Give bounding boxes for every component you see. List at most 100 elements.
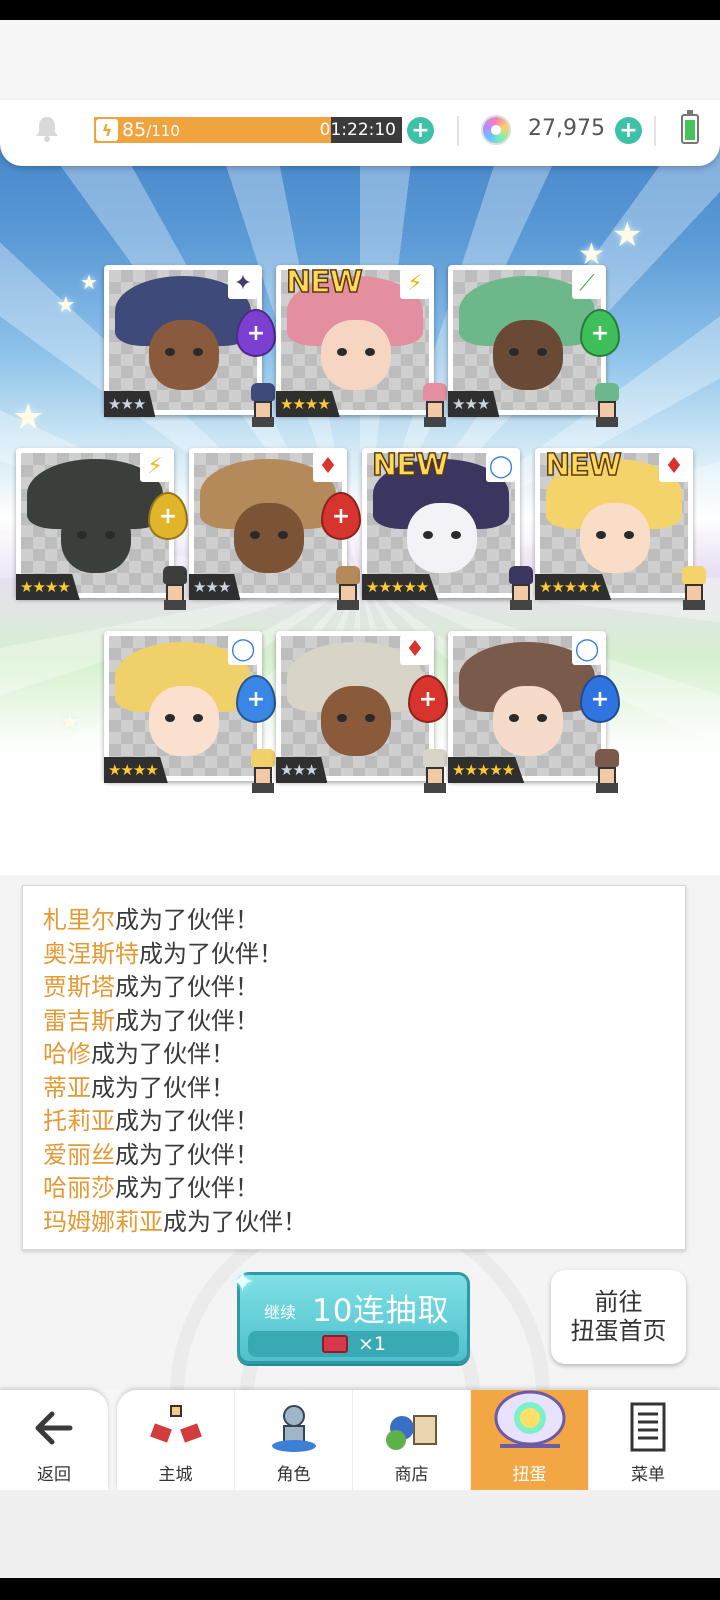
tab-menu[interactable]: 菜单 [589,1390,707,1490]
character-card[interactable]: ◯ + ★★★★★ [448,631,620,793]
sparkle-star-icon: ★ [12,397,45,438]
continue-10-pull-button[interactable]: ✦ 继续 10连抽取 ×1 [230,1265,470,1364]
log-suffix: 成为了伙伴！ [115,1174,259,1202]
chibi-sprite-icon [504,566,538,610]
chibi-sprite-icon [246,383,280,427]
character-card[interactable]: ⚡ NEW ★★★★ [276,264,447,427]
status-bar-system [0,0,720,20]
sparkle-star-icon: ★ [612,215,643,255]
chibi-sprite-icon [418,749,452,793]
gacha-home-line1: 前往 [594,1288,643,1316]
log-line: 蒂亚成为了伙伴！ [43,1072,685,1106]
character-card[interactable]: ⟋ + ★★★ [448,265,620,427]
portrait-eye [596,531,606,539]
thunder-element-icon: ⚡ [140,452,170,482]
log-line: 玛姆娜莉亚成为了伙伴！ [43,1206,685,1240]
character-card[interactable]: ✦ + ★★★ [104,265,276,427]
portrait-face [321,686,391,756]
rarity-stars: ★★★★ [276,391,340,417]
chibi-sprite-icon [246,749,280,793]
thunder-element-icon: ⚡ [400,269,430,299]
back-button[interactable]: 返回 [0,1390,108,1490]
log-list: 札里尔成为了伙伴！ 奥涅斯特成为了伙伴！ 贾斯塔成为了伙伴！ 雷吉斯成为了伙伴！ 哈修成… [43,904,685,1239]
sparkle-star-icon: ★ [80,270,98,294]
go-gacha-home-button[interactable]: 前往 扭蛋首页 [551,1270,686,1364]
tab-shop-label: 商店 [394,1465,429,1485]
log-suffix: 成为了伙伴！ [115,1107,259,1135]
portrait-face [493,686,563,756]
portrait-eye [193,348,203,356]
resource-bar: ϟ 85/110 01:22:10 + 27,975 + [0,100,720,166]
portrait-eye [365,714,375,722]
dark-element-icon: ✦ [228,269,258,299]
portrait-eye [365,348,375,356]
tab-gacha[interactable]: 扭蛋 [471,1390,589,1490]
arrow-left-icon [35,1411,73,1445]
tab-town[interactable]: 主城 [117,1390,235,1490]
character-card[interactable]: ♦ + ★★★ [276,631,448,793]
character-card[interactable]: ♦ NEW ★★★★★ [535,447,706,610]
nav-tabs: 主城 角色 商店 扭蛋 菜单 [117,1390,720,1490]
fire-element-icon: ♦ [659,452,689,482]
portrait-eye [451,531,461,539]
portrait-eye [77,531,87,539]
continue-label: 继续 [264,1303,297,1322]
stamina-timer: 01:22:10 [319,120,396,140]
rarity-stars: ★★★★★ [448,757,525,783]
character-name: 哈修 [43,1040,91,1068]
ticket-count: ×1 [358,1333,387,1355]
portrait-eye [193,714,203,722]
character-name: 哈丽莎 [43,1174,115,1202]
portrait-face [234,503,304,573]
add-gems-button[interactable]: + [615,117,642,144]
character-card[interactable]: ♦ + ★★★ [189,448,361,610]
character-name: 雷吉斯 [43,1006,115,1035]
tab-shop[interactable]: 商店 [353,1390,471,1490]
character-name: 托莉亚 [43,1107,115,1135]
portrait-eye [509,714,519,722]
character-card[interactable]: ◯ + ★★★★ [104,631,276,793]
log-line: 爱丽丝成为了伙伴！ [43,1139,685,1173]
character-name: 贾斯塔 [43,973,115,1001]
chibi-sprite-icon [590,749,624,793]
fire-element-icon: ♦ [313,452,343,482]
tab-gacha-label: 扭蛋 [512,1465,547,1485]
portrait-eye [337,348,347,356]
character-card[interactable]: ⚡ + ★★★★ [16,448,188,610]
pull-10-label: 10连抽取 [312,1293,450,1329]
gacha-home-line2: 扭蛋首页 [570,1317,667,1345]
water-element-icon: ◯ [486,452,516,482]
portrait-eye [165,348,175,356]
rarity-stars: ★★★ [189,574,241,600]
portrait-eye [250,531,260,539]
divider [457,116,459,146]
app-screen: ★ ★ ★ ★ ★ ★ ϟ 85/110 01:22:10 + 27,975 + [0,0,720,1600]
log-suffix: 成为了伙伴！ [115,1006,259,1035]
portrait-face [321,320,391,390]
portrait-eye [165,714,175,722]
fire-element-icon: ♦ [400,635,430,665]
divider [654,116,656,146]
system-nav-bar [0,1578,720,1600]
bell-icon[interactable] [32,113,62,143]
chibi-sprite-icon [158,566,192,610]
water-element-icon: ◯ [228,635,258,665]
character-name: 奥涅斯特 [43,939,139,968]
character-icon [272,1405,316,1452]
log-suffix: 成为了伙伴！ [163,1207,307,1236]
character-name: 蒂亚 [43,1073,91,1102]
gem-count: 27,975 [528,116,605,141]
tab-characters[interactable]: 角色 [235,1390,353,1490]
portrait-eye [537,714,547,722]
add-stamina-button[interactable]: + [407,117,434,144]
character-name: 札里尔 [43,906,115,934]
menu-icon [630,1402,666,1452]
new-badge: NEW [285,264,363,301]
water-element-icon: ◯ [572,635,602,665]
rarity-stars: ★★★ [276,757,328,783]
portrait-eye [105,531,115,539]
ticket-cost: ×1 [248,1331,459,1357]
character-name: 爱丽丝 [43,1140,115,1169]
character-card[interactable]: ◯ NEW ★★★★★ [362,447,533,610]
log-line: 托莉亚成为了伙伴！ [43,1105,685,1139]
